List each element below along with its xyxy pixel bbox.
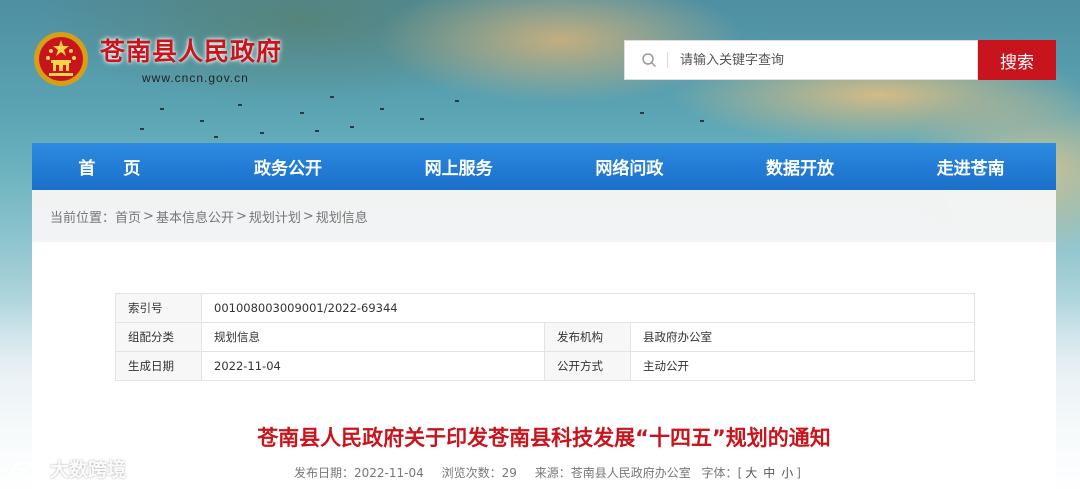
table-row: 组配分类 规划信息 发布机构 县政府办公室 [115, 322, 975, 352]
breadcrumb-separator: > [143, 208, 154, 224]
font-size-control: 字体：[大中小] [702, 466, 801, 480]
issuer-label: 发布机构 [544, 322, 631, 352]
font-size-medium[interactable]: 中 [763, 466, 775, 480]
main-nav: 首页 政务公开 网上服务 网络问政 数据开放 走进苍南 [32, 143, 1056, 190]
publish-date: 发布日期：2022-11-04 [294, 466, 424, 480]
breadcrumb-item-plan-info[interactable]: 规划信息 [316, 207, 368, 226]
font-size-small[interactable]: 小 [781, 466, 793, 480]
method-value: 主动公开 [630, 351, 975, 381]
table-row: 生成日期 2022-11-04 公开方式 主动公开 [115, 351, 975, 381]
document-info: 发布日期：2022-11-04 浏览次数：29 来源：苍南县人民政府办公室 字体… [32, 464, 1056, 481]
nav-item-about-cangnan[interactable]: 走进苍南 [885, 154, 1056, 179]
date-value: 2022-11-04 [201, 351, 545, 381]
content-panel: 索引号 001008003009001/2022-69344 组配分类 规划信息… [32, 242, 1056, 489]
search-box [624, 40, 978, 80]
breadcrumb-lead: 当前位置： [50, 210, 116, 226]
search-button[interactable]: 搜索 [978, 40, 1056, 80]
national-emblem-icon [34, 32, 88, 86]
weibo-logo-icon [11, 459, 45, 480]
search-divider [667, 52, 668, 68]
document-title: 苍南县人民政府关于印发苍南县科技发展“十四五”规划的通知 [257, 426, 831, 450]
index-value: 001008003009001/2022-69344 [201, 293, 975, 323]
nav-item-open-data[interactable]: 数据开放 [715, 154, 886, 179]
watermark: 大数跨境 [10, 455, 126, 482]
nav-item-gov-affairs[interactable]: 政务公开 [203, 154, 374, 179]
nav-item-online-services[interactable]: 网上服务 [373, 154, 544, 179]
breadcrumb-separator: > [302, 208, 314, 224]
issuer-value: 县政府办公室 [630, 322, 975, 352]
view-count: 浏览次数：29 [441, 466, 517, 480]
breadcrumb-item-home[interactable]: 首页 [115, 207, 141, 226]
font-size-label: 字体： [701, 466, 738, 480]
category-label: 组配分类 [115, 322, 202, 352]
nav-item-home[interactable]: 首页 [32, 154, 203, 179]
search-icon [642, 53, 657, 68]
date-label: 生成日期 [115, 351, 202, 381]
site-url: www.cncn.gov.cn [142, 71, 249, 85]
breadcrumb-item-plans[interactable]: 规划计划 [249, 207, 301, 226]
breadcrumb-item-basic-info[interactable]: 基本信息公开 [156, 207, 234, 226]
search-input[interactable] [678, 51, 962, 69]
nav-item-online-inquiry[interactable]: 网络问政 [544, 154, 715, 179]
table-row: 索引号 001008003009001/2022-69344 [115, 293, 975, 323]
font-size-large[interactable]: 大 [745, 466, 757, 480]
watermark-text: 大数跨境 [50, 459, 127, 481]
breadcrumb: 当前位置： 首页 > 基本信息公开 > 规划计划 > 规划信息 [32, 190, 1056, 242]
document-source: 来源：苍南县人民政府办公室 [534, 466, 691, 480]
site-title[interactable]: 苍南县人民政府 [100, 32, 282, 68]
method-label: 公开方式 [544, 351, 631, 381]
index-label: 索引号 [115, 293, 202, 323]
breadcrumb-separator: > [235, 208, 247, 224]
category-value: 规划信息 [201, 322, 545, 352]
font-size-close-bracket: ] [796, 466, 801, 480]
font-size-open-bracket: [ [737, 466, 743, 480]
document-meta-table: 索引号 001008003009001/2022-69344 组配分类 规划信息… [115, 293, 975, 381]
